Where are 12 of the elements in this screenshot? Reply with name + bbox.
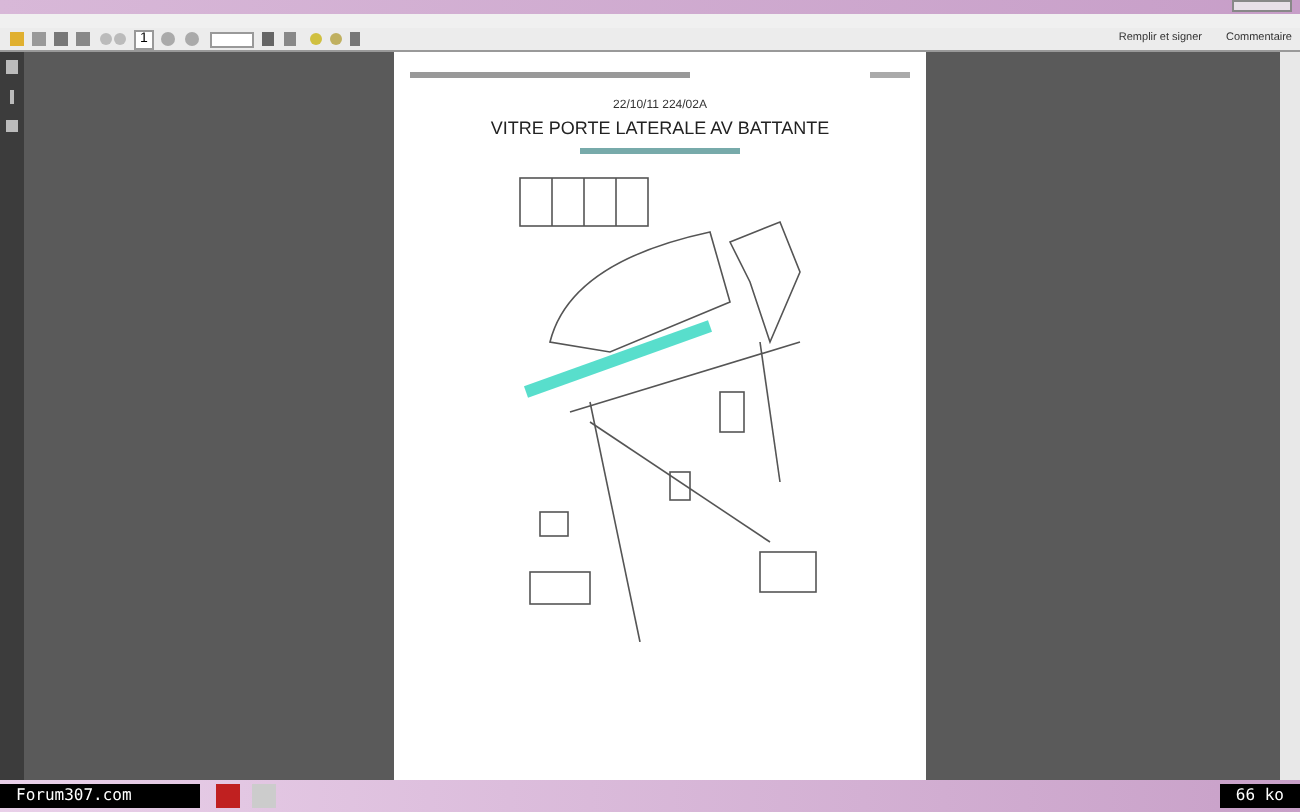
site-label: Forum307.com	[0, 784, 200, 808]
layers-icon[interactable]	[6, 120, 18, 132]
toolbar-icons-drawing[interactable]	[8, 30, 128, 48]
window-controls-icon[interactable]	[1232, 0, 1292, 12]
zoom-buttons-icon[interactable]	[159, 30, 204, 48]
pages-icon[interactable]	[6, 60, 18, 74]
pdf-app-icon[interactable]	[216, 784, 240, 808]
file-size: 66 ko	[1219, 784, 1300, 808]
document-title: VITRE PORTE LATERALE AV BATTANTE	[490, 116, 830, 142]
page-ref-drawing	[870, 72, 910, 78]
view-buttons-icon[interactable]	[259, 30, 360, 48]
zoom-dropdown[interactable]	[209, 31, 254, 47]
